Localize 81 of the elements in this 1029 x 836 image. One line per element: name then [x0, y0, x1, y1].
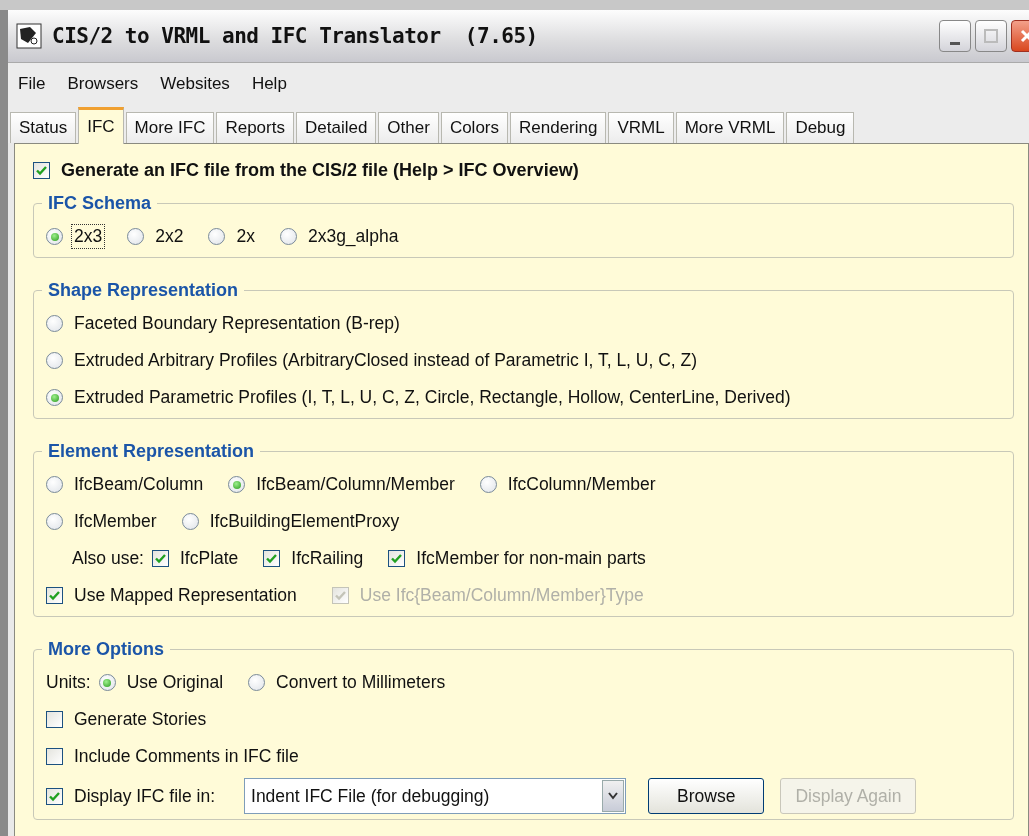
- radio-button[interactable]: [46, 476, 63, 493]
- option-label[interactable]: Convert to Millimeters: [273, 670, 449, 695]
- checkmark-icon: [265, 552, 279, 565]
- checkbox-label[interactable]: IfcRailing: [288, 546, 367, 571]
- option-label[interactable]: IfcBeam/Column/Member: [253, 472, 458, 497]
- menu-item[interactable]: Websites: [152, 70, 238, 98]
- window-title: CIS/2 to VRML and IFC Translator (7.65): [52, 24, 538, 48]
- minimize-button[interactable]: [939, 20, 971, 52]
- checkbox-label[interactable]: Use Mapped Representation: [71, 583, 300, 608]
- option-label[interactable]: IfcMember: [71, 509, 160, 534]
- option-label[interactable]: 2x: [233, 224, 258, 249]
- checkbox-label[interactable]: Generate an IFC file from the CIS/2 file (Help > IFC Overview): [58, 158, 582, 183]
- radio-button[interactable]: [46, 315, 63, 332]
- tab[interactable]: Colors: [440, 112, 508, 143]
- checkbox[interactable]: [388, 550, 406, 567]
- also-use-label: Also use:: [72, 548, 144, 569]
- radio-button[interactable]: [127, 228, 145, 245]
- radio-button[interactable]: [46, 352, 63, 369]
- menu-item[interactable]: Browsers: [59, 70, 147, 98]
- option-label[interactable]: 2x2: [152, 224, 187, 249]
- tab[interactable]: IFC: [78, 107, 124, 144]
- checkbox[interactable]: [152, 550, 169, 567]
- caret-icon: [608, 792, 618, 800]
- tab[interactable]: Debug: [786, 112, 855, 143]
- option-label[interactable]: Extruded Parametric Profiles (I, T, L, U, C, Z, Circle, Rectangle, Hollow, CenterLine, Derived): [71, 385, 794, 410]
- option-label[interactable]: Extruded Arbitrary Profiles (ArbitraryClosed instead of Parametric I, T, L, U, C, Z): [71, 348, 701, 373]
- browse-button[interactable]: Browse: [648, 778, 765, 814]
- checkmark-icon: [333, 589, 347, 602]
- menu-item[interactable]: File: [10, 70, 54, 98]
- checkbox-label[interactable]: Display IFC file in:: [71, 783, 218, 809]
- radio-button[interactable]: [46, 513, 63, 530]
- checkbox-label[interactable]: IfcMember for non-main parts: [413, 546, 649, 571]
- tab[interactable]: More IFC: [125, 112, 215, 143]
- option-label[interactable]: IfcColumn/Member: [504, 472, 659, 497]
- group-title: More Options: [47, 639, 165, 660]
- radio-button[interactable]: [279, 228, 297, 245]
- dropdown-button[interactable]: [602, 780, 624, 812]
- radio-button[interactable]: [228, 476, 246, 493]
- menu-item[interactable]: Help: [243, 70, 295, 98]
- group-title: IFC Schema: [47, 193, 153, 214]
- radio-button[interactable]: [181, 513, 199, 530]
- app-icon: [16, 23, 42, 49]
- checkbox[interactable]: [46, 711, 63, 728]
- option-label[interactable]: IfcBuildingElementProxy: [206, 509, 403, 534]
- option-label[interactable]: Faceted Boundary Representation (B-rep): [71, 311, 403, 336]
- radio-button[interactable]: [479, 476, 497, 493]
- tab[interactable]: Status: [10, 112, 77, 143]
- radio-button[interactable]: [98, 674, 116, 691]
- checkmark-icon: [154, 552, 167, 565]
- checkbox-label[interactable]: IfcPlate: [177, 546, 242, 571]
- tab[interactable]: Rendering: [510, 112, 607, 143]
- radio-button[interactable]: [208, 228, 226, 245]
- tab[interactable]: VRML: [608, 112, 674, 143]
- units-label: Units:: [46, 672, 91, 693]
- option-label[interactable]: 2x3: [71, 224, 106, 249]
- option-label[interactable]: Use Original: [123, 670, 227, 695]
- checkbox-label[interactable]: Generate Stories: [71, 707, 210, 732]
- radio-button[interactable]: [46, 228, 63, 245]
- checkmark-icon: [390, 552, 404, 565]
- option-label[interactable]: 2x3g_alpha: [304, 224, 402, 249]
- tab[interactable]: Detailed: [295, 112, 377, 143]
- tab[interactable]: More VRML: [675, 112, 785, 143]
- checkbox[interactable]: [263, 550, 281, 567]
- maximize-button[interactable]: [975, 20, 1007, 52]
- checkbox-label[interactable]: Include Comments in IFC file: [71, 744, 302, 769]
- tab[interactable]: Other: [378, 112, 439, 143]
- checkbox[interactable]: [46, 748, 63, 765]
- checkbox[interactable]: [46, 787, 63, 805]
- group-title: Element Representation: [47, 441, 256, 462]
- tab[interactable]: Reports: [216, 112, 294, 143]
- radio-button[interactable]: [248, 674, 266, 691]
- option-label[interactable]: IfcBeam/Column: [71, 472, 207, 497]
- radio-button[interactable]: [46, 389, 63, 406]
- checkbox[interactable]: [46, 587, 63, 604]
- maximize-icon: [984, 29, 998, 43]
- checkbox[interactable]: [33, 162, 50, 179]
- checkmark-icon: [35, 164, 48, 177]
- checkmark-icon: [48, 589, 61, 602]
- viewer-dropdown[interactable]: Indent IFC File (for debugging): [244, 778, 626, 814]
- group-title: Shape Representation: [47, 280, 240, 301]
- minimize-icon: [950, 41, 960, 45]
